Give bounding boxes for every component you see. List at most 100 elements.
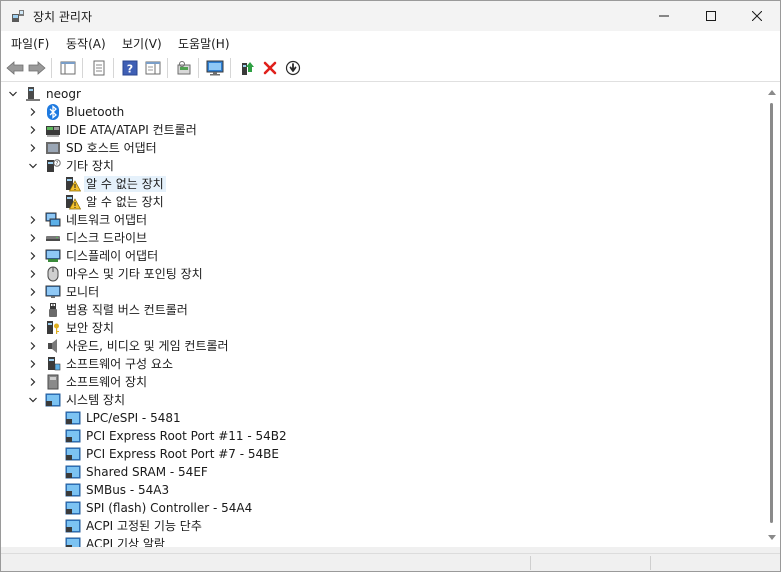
warning-device-icon (66, 195, 81, 210)
help-button[interactable]: ? (120, 58, 140, 78)
tree-row[interactable]: PCI Express Root Port #7 - 54BE (3, 445, 763, 463)
tree-row[interactable]: 소프트웨어 장치 (3, 373, 763, 391)
scroll-up-arrow-icon[interactable] (768, 89, 776, 95)
tree-item-label[interactable]: SPI (flash) Controller - 54A4 (84, 500, 254, 516)
chevron-right-icon[interactable] (28, 125, 38, 135)
chevron-right-icon[interactable] (28, 269, 38, 279)
monitor-button[interactable] (205, 58, 225, 78)
scroll-down-arrow-icon[interactable] (768, 535, 776, 541)
update-driver-button[interactable] (237, 58, 257, 78)
tree-item-label[interactable]: 범용 직렬 버스 컨트롤러 (64, 302, 190, 318)
system-device-icon (65, 501, 81, 515)
tree-row[interactable]: 네트워크 어댑터 (3, 211, 763, 229)
menu-view[interactable]: 보기(V) (122, 35, 162, 52)
minimize-button[interactable] (641, 1, 687, 31)
tree-item-label[interactable]: 알 수 없는 장치 (84, 194, 166, 210)
menu-help[interactable]: 도움말(H) (178, 35, 230, 52)
tree-row[interactable]: 시스템 장치 (3, 391, 763, 409)
chevron-down-icon[interactable] (28, 395, 38, 405)
uninstall-device-button[interactable] (260, 58, 280, 78)
software-component-icon (48, 357, 61, 371)
system-device-icon (65, 465, 81, 479)
tree-item-label[interactable]: ACPI 고정된 기능 단추 (84, 518, 204, 534)
chevron-right-icon[interactable] (28, 377, 38, 387)
system-device-icon (65, 447, 81, 461)
tree-item-label[interactable]: 보안 장치 (64, 320, 116, 336)
tree-item-label[interactable]: 네트워크 어댑터 (64, 212, 149, 228)
tree-row[interactable]: 알 수 없는 장치 (3, 193, 763, 211)
tree-item-label[interactable]: LPC/eSPI - 5481 (84, 410, 183, 426)
tree-row[interactable]: LPC/eSPI - 5481 (3, 409, 763, 427)
tree-row[interactable]: 디스플레이 어댑터 (3, 247, 763, 265)
tree-item-label[interactable]: 시스템 장치 (64, 392, 127, 408)
tree-row[interactable]: IDE ATA/ATAPI 컨트롤러 (3, 121, 763, 139)
properties-button[interactable] (89, 58, 109, 78)
tree-row[interactable]: ACPI 기상 알람 (3, 535, 763, 547)
device-manager-window: 장치 관리자 파일(F) 동작(A) 보기(V) 도움말(H) ? neogr … (0, 0, 781, 572)
chevron-right-icon[interactable] (28, 359, 38, 369)
tree-row[interactable]: 알 수 없는 장치 (3, 175, 763, 193)
tree-item-label[interactable]: neogr (44, 86, 83, 102)
chevron-right-icon[interactable] (28, 215, 38, 225)
vertical-scroll-thumb[interactable] (770, 103, 773, 523)
chevron-down-icon[interactable] (8, 89, 18, 99)
menu-file[interactable]: 파일(F) (11, 35, 49, 52)
chevron-right-icon[interactable] (28, 251, 38, 261)
title-bar[interactable]: 장치 관리자 (1, 1, 780, 31)
chevron-right-icon[interactable] (28, 341, 38, 351)
tree-item-label[interactable]: 디스크 드라이브 (64, 230, 149, 246)
tree-item-label[interactable]: 모니터 (64, 284, 101, 300)
tree-row[interactable]: neogr (3, 85, 763, 103)
tree-item-label[interactable]: ACPI 기상 알람 (84, 536, 167, 547)
tree-row[interactable]: 범용 직렬 버스 컨트롤러 (3, 301, 763, 319)
disable-device-button[interactable] (283, 58, 303, 78)
tree-item-label[interactable]: 소프트웨어 구성 요소 (64, 356, 175, 372)
tree-item-label[interactable]: Bluetooth (64, 104, 126, 120)
tree-row[interactable]: ACPI 고정된 기능 단추 (3, 517, 763, 535)
chevron-right-icon[interactable] (28, 233, 38, 243)
tree-item-label[interactable]: 소프트웨어 장치 (64, 374, 149, 390)
tree-row[interactable]: 마우스 및 기타 포인팅 장치 (3, 265, 763, 283)
back-button[interactable] (5, 58, 25, 78)
menu-action[interactable]: 동작(A) (66, 35, 106, 52)
tree-item-label[interactable]: IDE ATA/ATAPI 컨트롤러 (64, 122, 199, 138)
tree-row[interactable]: SMBus - 54A3 (3, 481, 763, 499)
computer-icon (26, 87, 40, 101)
tree-item-label[interactable]: Shared SRAM - 54EF (84, 464, 210, 480)
chevron-right-icon[interactable] (28, 143, 38, 153)
chevron-right-icon[interactable] (28, 107, 38, 117)
tree-item-label[interactable]: PCI Express Root Port #11 - 54B2 (84, 428, 289, 444)
device-tree[interactable]: neogr Bluetooth IDE ATA/ATAPI 컨트롤러 SD 호스트 어… (3, 85, 765, 547)
chevron-right-icon[interactable] (28, 287, 38, 297)
tree-item-label[interactable]: SD 호스트 어댑터 (64, 140, 159, 156)
tree-item-label[interactable]: SMBus - 54A3 (84, 482, 171, 498)
tree-item-label[interactable]: 마우스 및 기타 포인팅 장치 (64, 266, 205, 282)
chevron-right-icon[interactable] (28, 305, 38, 315)
show-hide-console-tree-button[interactable] (58, 58, 78, 78)
scan-hardware-button[interactable] (174, 58, 194, 78)
tree-row[interactable]: ? 기타 장치 (3, 157, 763, 175)
tree-item-label[interactable]: 사운드, 비디오 및 게임 컨트롤러 (64, 338, 231, 354)
tree-item-label[interactable]: 디스플레이 어댑터 (64, 248, 160, 264)
tree-row[interactable]: Shared SRAM - 54EF (3, 463, 763, 481)
tree-row[interactable]: Bluetooth (3, 103, 763, 121)
show-action-pane-button[interactable] (143, 58, 163, 78)
tree-row[interactable]: 보안 장치 (3, 319, 763, 337)
tree-row[interactable]: 사운드, 비디오 및 게임 컨트롤러 (3, 337, 763, 355)
tree-item-label[interactable]: 알 수 없는 장치 (84, 176, 166, 192)
tree-row[interactable]: SPI (flash) Controller - 54A4 (3, 499, 763, 517)
chevron-down-icon[interactable] (28, 161, 38, 171)
vertical-scrollbar[interactable] (765, 85, 780, 547)
tree-row[interactable]: SD 호스트 어댑터 (3, 139, 763, 157)
tree-row[interactable]: PCI Express Root Port #11 - 54B2 (3, 427, 763, 445)
close-button[interactable] (734, 1, 780, 31)
system-device-icon (65, 537, 81, 547)
tree-item-label[interactable]: PCI Express Root Port #7 - 54BE (84, 446, 281, 462)
tree-row[interactable]: 모니터 (3, 283, 763, 301)
tree-row[interactable]: 소프트웨어 구성 요소 (3, 355, 763, 373)
maximize-button[interactable] (688, 1, 734, 31)
chevron-right-icon[interactable] (28, 323, 38, 333)
forward-button[interactable] (27, 58, 47, 78)
tree-item-label[interactable]: 기타 장치 (64, 158, 116, 174)
tree-row[interactable]: 디스크 드라이브 (3, 229, 763, 247)
